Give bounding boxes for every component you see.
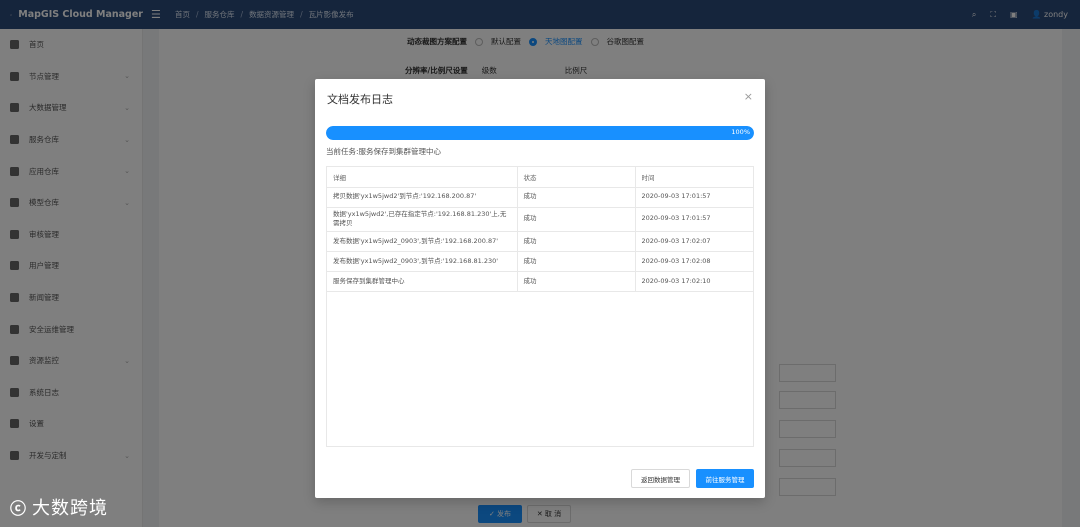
column-header: 时间	[635, 167, 753, 188]
dialog-title: 文档发布日志	[327, 93, 393, 106]
cell-detail: 拷贝数据'yx1w5jwd2'到节点:'192.168.200.87'	[327, 187, 518, 208]
table-row: 拷贝数据'yx1w5jwd2'到节点:'192.168.200.87' 成功 2…	[327, 187, 753, 208]
cell-detail: 发布数据'yx1w5jwd2_0903',到节点:'192.168.81.230…	[327, 251, 518, 272]
current-task-text: 当前任务:服务保存到集群管理中心	[326, 147, 442, 156]
watermark: ⓒ 大数跨境	[10, 494, 108, 520]
cell-time: 2020-09-03 17:01:57	[635, 187, 753, 208]
close-icon[interactable]: ×	[744, 90, 753, 103]
cell-status: 成功	[517, 271, 636, 292]
back-to-data-button[interactable]: 返回数据管理	[631, 469, 690, 488]
cell-status: 成功	[517, 251, 636, 272]
progress-percent: 100%	[731, 128, 750, 136]
table-row: 服务保存到集群管理中心 成功 2020-09-03 17:02:10	[327, 271, 753, 292]
cell-time: 2020-09-03 17:02:10	[635, 271, 753, 292]
column-header: 详细	[327, 167, 518, 188]
progress-fill	[326, 126, 754, 140]
table-row: 发布数据'yx1w5jwd2_0903',到节点:'192.168.81.230…	[327, 251, 753, 272]
go-to-service-button[interactable]: 前往服务管理	[696, 469, 754, 488]
cell-status: 成功	[517, 231, 636, 252]
cell-status: 成功	[517, 187, 636, 208]
cell-status: 成功	[517, 207, 636, 232]
table-row: 发布数据'yx1w5jwd2_0903',到节点:'192.168.200.87…	[327, 231, 753, 252]
progress-bar: 100%	[326, 126, 754, 140]
cell-detail: 服务保存到集群管理中心	[327, 271, 518, 292]
publish-log-dialog: 文档发布日志 × 100% 当前任务:服务保存到集群管理中心 详细 状态 时间 …	[315, 79, 765, 498]
cell-time: 2020-09-03 17:02:08	[635, 251, 753, 272]
watermark-logo-icon: ⓒ	[10, 499, 27, 518]
cell-time: 2020-09-03 17:01:57	[635, 207, 753, 232]
table-header-row: 详细 状态 时间	[327, 167, 753, 188]
column-header: 状态	[517, 167, 636, 188]
table-row: 数据'yx1w5jwd2',已存在指定节点:'192.168.81.230'上,…	[327, 207, 753, 232]
cell-detail: 数据'yx1w5jwd2',已存在指定节点:'192.168.81.230'上,…	[327, 207, 518, 232]
cell-time: 2020-09-03 17:02:07	[635, 231, 753, 252]
cell-detail: 发布数据'yx1w5jwd2_0903',到节点:'192.168.200.87…	[327, 231, 518, 252]
log-table: 详细 状态 时间 拷贝数据'yx1w5jwd2'到节点:'192.168.200…	[326, 166, 754, 447]
watermark-text: 大数跨境	[32, 498, 109, 519]
